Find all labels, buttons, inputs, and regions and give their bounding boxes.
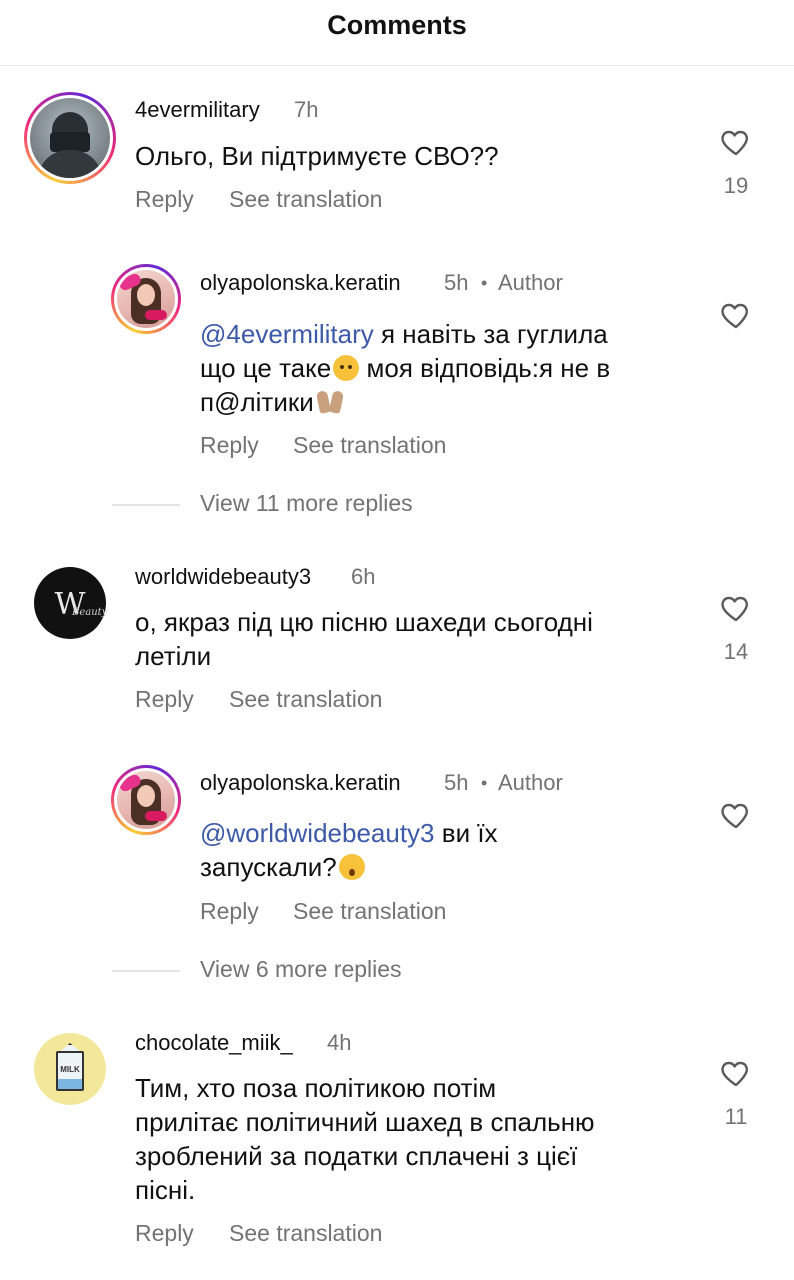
- reply-button[interactable]: Reply: [135, 1220, 194, 1247]
- reply-button[interactable]: Reply: [200, 898, 259, 925]
- reply-username[interactable]: olyapolonska.keratin: [200, 770, 401, 796]
- comment-text-line: летіли: [135, 641, 212, 671]
- comment-username[interactable]: worldwidebeauty3: [135, 564, 311, 590]
- surprised-face-icon: [338, 854, 365, 880]
- milk-carton-stripe: [58, 1079, 82, 1089]
- avatar-olyapolonska-keratin[interactable]: [111, 264, 181, 334]
- like-count: 19: [723, 173, 749, 198]
- reply-button[interactable]: Reply: [200, 432, 259, 459]
- comment-username[interactable]: chocolate_miik_: [135, 1030, 293, 1056]
- reply-time: 5h: [444, 770, 469, 795]
- heart-outline-icon[interactable]: [719, 1057, 753, 1089]
- comment-time: 4h: [327, 1030, 352, 1055]
- replies-divider: [112, 970, 180, 972]
- heart-outline-icon[interactable]: [719, 592, 753, 624]
- see-translation-button[interactable]: See translation: [293, 898, 446, 925]
- reply-time: 5h: [444, 270, 469, 295]
- comment-text: Ольго, Ви підтримуєте СВО??: [135, 141, 499, 171]
- like-count: 14: [723, 639, 749, 664]
- comment-time: 7h: [294, 97, 319, 122]
- reply-username[interactable]: olyapolonska.keratin: [200, 270, 401, 296]
- reply-text-part: що це таке: [200, 353, 332, 383]
- avatar-worldwidebeauty3[interactable]: W Beauty: [34, 567, 108, 639]
- pink-product-shape: [145, 310, 167, 320]
- reply-text: @4evermilitary я навіть за гуглила що це…: [200, 317, 700, 419]
- see-translation-button[interactable]: See translation: [229, 1220, 382, 1247]
- reply-button[interactable]: Reply: [135, 686, 194, 713]
- visor-shape: [50, 132, 90, 152]
- thinking-face-icon: [333, 355, 360, 381]
- comment-username[interactable]: 4evermilitary: [135, 97, 260, 123]
- replies-divider: [112, 504, 180, 506]
- view-more-replies-button[interactable]: View 6 more replies: [200, 956, 402, 983]
- reply-button[interactable]: Reply: [135, 186, 194, 213]
- reply-text-part: п@літики: [200, 387, 314, 417]
- page-title: Comments: [327, 10, 467, 40]
- reply-text-part: моя відповідь:я не в: [359, 353, 611, 383]
- comments-header: Comments: [0, 0, 794, 66]
- comment-text-line: Тим, хто поза політикою потім: [135, 1073, 497, 1103]
- heart-outline-icon[interactable]: [719, 799, 753, 831]
- comment-text: о, якраз під цю пісню шахеди сьогодні ле…: [135, 605, 695, 673]
- comment-text-line: прилітає політичний шахед в спальню: [135, 1107, 595, 1137]
- comment-text-line: зроблений за податки сплачені з цієї: [135, 1141, 578, 1171]
- avatar-olyapolonska-keratin[interactable]: [111, 765, 181, 835]
- face-shape: [137, 284, 155, 306]
- reply-text-part: запускали?: [200, 852, 337, 882]
- comment-text-line: о, якраз під цю пісню шахеди сьогодні: [135, 607, 593, 637]
- avatar-4evermilitary[interactable]: [24, 92, 116, 184]
- view-more-replies-button[interactable]: View 11 more replies: [200, 490, 413, 517]
- face-shape: [137, 785, 155, 807]
- brand-logo-script: Beauty: [72, 607, 108, 618]
- comment-text: Тим, хто поза політикою потім прилітає п…: [135, 1071, 695, 1207]
- comment-text-line: пісні.: [135, 1175, 196, 1205]
- author-badge: Author: [498, 770, 563, 795]
- like-count: 11: [724, 1104, 748, 1129]
- reply-text: @worldwidebeauty3 ви їх запускали?: [200, 816, 700, 884]
- milk-label: MILK: [60, 1065, 80, 1074]
- heart-outline-icon[interactable]: [719, 299, 753, 331]
- reply-text-part: я навіть за гуглила: [373, 319, 608, 349]
- see-translation-button[interactable]: See translation: [293, 432, 446, 459]
- comment-time: 6h: [351, 564, 376, 589]
- see-translation-button[interactable]: See translation: [229, 686, 382, 713]
- raised-hands-icon: [316, 389, 346, 415]
- see-translation-button[interactable]: See translation: [229, 186, 382, 213]
- body-shape: [38, 150, 102, 178]
- mention-link[interactable]: @4evermilitary: [200, 319, 374, 349]
- reply-text-part: ви їх: [434, 818, 498, 848]
- separator-dot: •: [481, 773, 488, 793]
- avatar-chocolate-miik[interactable]: MILK: [34, 1033, 106, 1105]
- separator-dot: •: [481, 273, 488, 293]
- author-badge: Author: [498, 270, 563, 295]
- mention-link[interactable]: @worldwidebeauty3: [200, 818, 435, 848]
- pink-product-shape: [145, 811, 167, 821]
- heart-outline-icon[interactable]: [719, 126, 753, 158]
- milk-carton-icon: MILK: [56, 1051, 84, 1091]
